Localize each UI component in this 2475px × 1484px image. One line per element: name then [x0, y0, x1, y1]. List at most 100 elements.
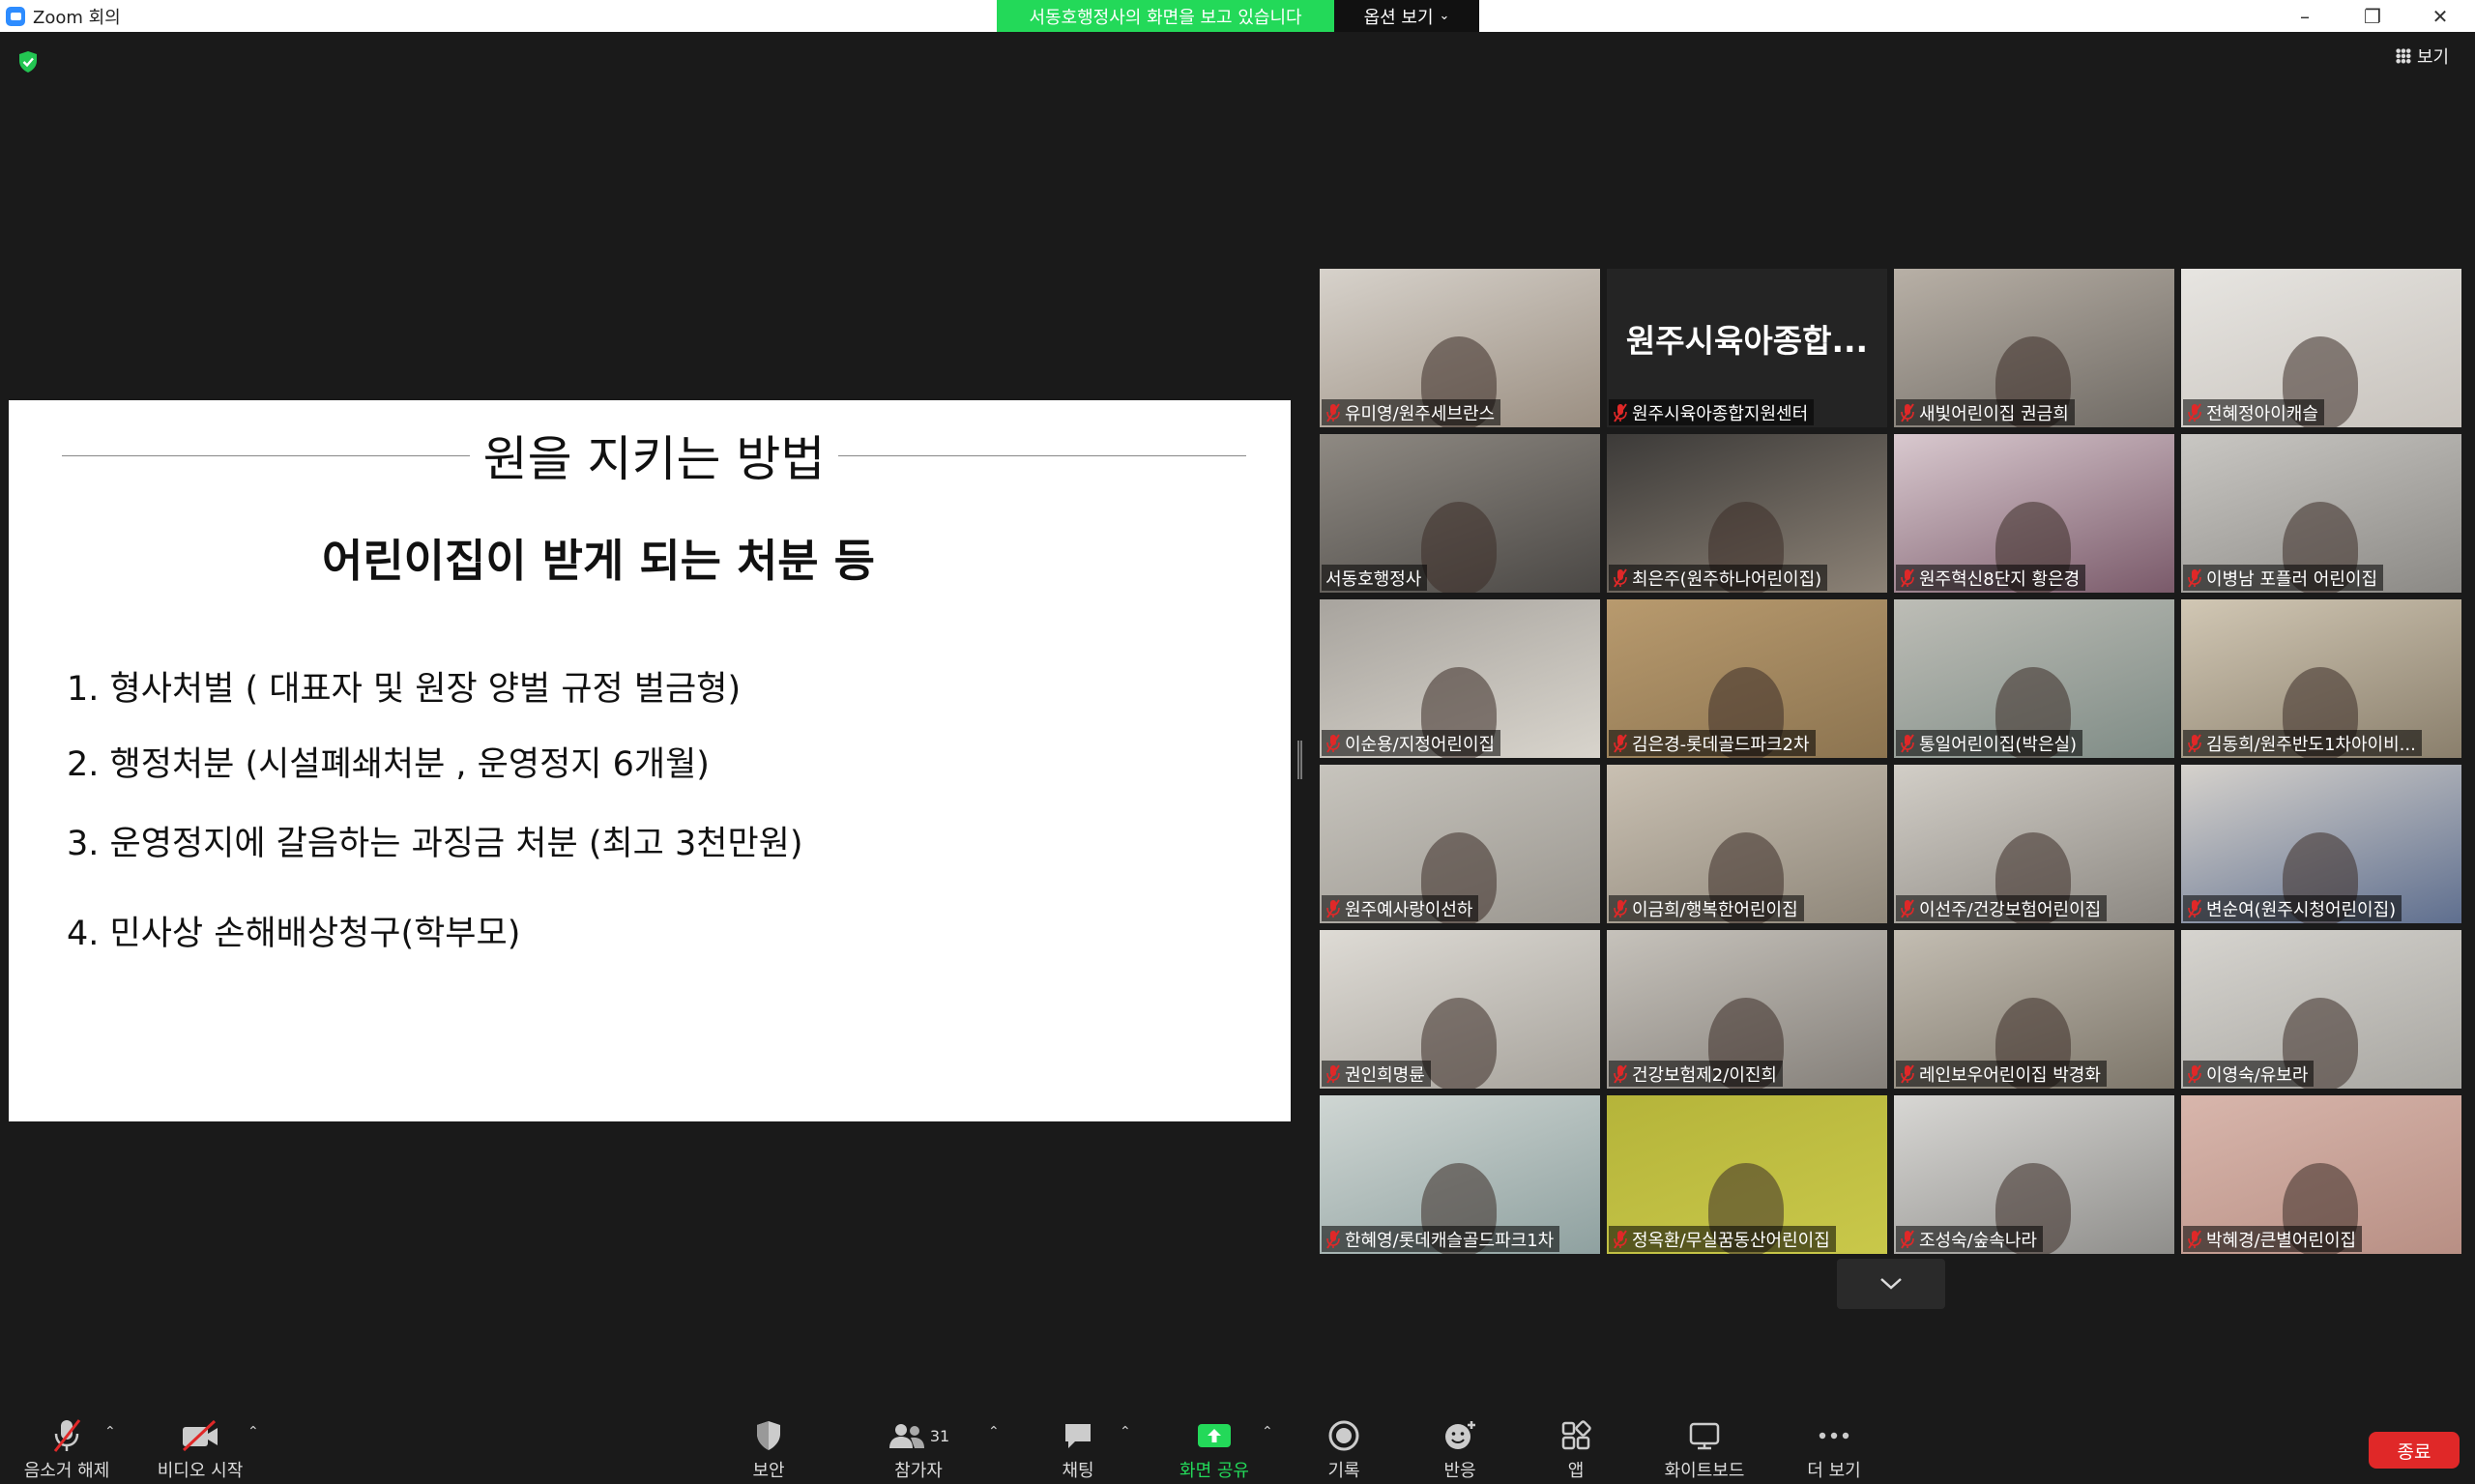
participant-name: 레인보우어린이집 박경화 [1919, 1064, 2101, 1086]
view-button[interactable]: 보기 [2396, 43, 2449, 70]
participant-tile[interactable]: 원주혁신8단지 황은경 [1894, 434, 2174, 593]
view-button-label: 보기 [2417, 47, 2450, 68]
participant-tile[interactable]: 이선주/건강보험어린이집 [1894, 765, 2174, 923]
participant-gallery: 유미영/원주세브란스 원주시육아종합... 원주시육아종합지원센터 새빛어린이집 권금… [1320, 269, 2462, 1255]
participants-button[interactable]: 31 참가자 [885, 1416, 952, 1484]
participant-name-label: 원주예사랑이선하 [1322, 895, 1479, 921]
view-options-button[interactable]: 옵션 보기 ⌄ [1334, 0, 1479, 32]
microphone-muted-icon [1326, 1229, 1340, 1249]
encryption-shield-icon[interactable] [17, 50, 39, 73]
participant-tile[interactable]: 조성숙/숲속나라 [1894, 1095, 2174, 1254]
participant-tile[interactable]: 김은경-롯데골드파크2차 [1607, 599, 1887, 758]
apps-button[interactable]: 앱 [1542, 1416, 1610, 1484]
reaction-smiley-icon [1445, 1421, 1475, 1449]
participant-name-label: 한혜영/롯데캐슬골드파크1차 [1322, 1226, 1560, 1252]
participant-tile[interactable]: 이영숙/유보라 [2181, 930, 2461, 1089]
share-options-caret[interactable]: ⌃ [1262, 1424, 1273, 1440]
chevron-down-icon: ⌄ [1439, 9, 1450, 23]
start-video-button[interactable]: 비디오 시작 [149, 1416, 251, 1484]
participant-tile[interactable]: 원주예사랑이선하 [1320, 765, 1600, 923]
microphone-muted-icon [1901, 402, 1914, 422]
audio-options-caret[interactable]: ⌃ [104, 1424, 116, 1440]
chat-button[interactable]: 채팅 [1044, 1416, 1112, 1484]
microphone-muted-icon [1901, 567, 1914, 588]
participant-tile[interactable]: 통일어린이집(박은실) [1894, 599, 2174, 758]
participants-icon [888, 1424, 924, 1448]
unmute-button[interactable]: 음소거 해제 [15, 1416, 118, 1484]
participant-name: 서동호행정사 [1325, 568, 1422, 590]
participant-tile[interactable]: 이금희/행복한어린이집 [1607, 765, 1887, 923]
share-screen-button[interactable]: 화면 공유 [1174, 1416, 1255, 1484]
participant-name: 박혜경/큰별어린이집 [2206, 1230, 2357, 1251]
participant-name-label: 이병남 포플러 어린이집 [2183, 565, 2384, 591]
whiteboard-button[interactable]: 화이트보드 [1658, 1416, 1751, 1484]
participant-tile[interactable]: 이병남 포플러 어린이집 [2181, 434, 2461, 593]
unmute-label: 음소거 해제 [23, 1461, 110, 1481]
participant-tile[interactable]: 새빛어린이집 권금희 [1894, 269, 2174, 427]
slide-list-item: 4. 민사상 손해배상청구(학부모) [67, 915, 521, 953]
participant-name-label: 서동호행정사 [1322, 565, 1428, 591]
window-title: Zoom 회의 [33, 7, 121, 28]
title-bar: Zoom 회의 서동호행정사의 화면을 보고 있습니다 옵션 보기 ⌄ – ❐ … [0, 0, 2475, 32]
shield-icon [757, 1421, 780, 1450]
participant-tile[interactable]: 이순용/지정어린이집 [1320, 599, 1600, 758]
minimize-button[interactable]: – [2271, 0, 2339, 32]
slide-title-row: 원을 지키는 방법 [62, 422, 1247, 489]
participant-name-label: 레인보우어린이집 박경화 [1896, 1061, 2107, 1087]
participant-tile[interactable]: 정옥환/무실꿈동산어린이집 [1607, 1095, 1887, 1254]
shared-screen: 원을 지키는 방법 어린이집이 받게 되는 처분 등 1. 형사처벌 ( 대표자… [9, 400, 1291, 1121]
participant-tile[interactable]: 김동희/원주반도1차아이비... [2181, 599, 2461, 758]
participant-tile[interactable]: 한혜영/롯데캐슬골드파크1차 [1320, 1095, 1600, 1254]
participant-tile[interactable]: 최은주(원주하나어린이집) [1607, 434, 1887, 593]
view-options-label: 옵션 보기 [1363, 7, 1434, 28]
participant-tile[interactable]: 서동호행정사 [1320, 434, 1600, 593]
reactions-label: 반응 [1443, 1461, 1476, 1481]
participant-tile[interactable]: 전혜정아이캐슬 [2181, 269, 2461, 427]
grid-icon [2396, 48, 2411, 64]
participants-options-caret[interactable]: ⌃ [988, 1424, 1000, 1440]
microphone-muted-icon [1326, 1063, 1340, 1084]
participant-tile[interactable]: 권인희명륜 [1320, 930, 1600, 1089]
more-label: 더 보기 [1807, 1461, 1861, 1481]
participant-tile[interactable]: 유미영/원주세브란스 [1320, 269, 1600, 427]
chevron-down-icon [1880, 1278, 1902, 1290]
record-button[interactable]: 기록 [1310, 1416, 1378, 1484]
security-label: 보안 [752, 1461, 785, 1481]
end-meeting-button[interactable]: 종료 [2369, 1432, 2460, 1469]
microphone-muted-icon [1901, 1063, 1914, 1084]
participant-name-label: 새빛어린이집 권금희 [1896, 399, 2075, 425]
splitter-handle[interactable] [1297, 741, 1302, 779]
participant-name: 조성숙/숲속나라 [1919, 1230, 2037, 1251]
participant-name-label: 조성숙/숲속나라 [1896, 1226, 2043, 1252]
participant-tile[interactable]: 건강보험제2/이진희 [1607, 930, 1887, 1089]
participant-tile[interactable]: 레인보우어린이집 박경화 [1894, 930, 2174, 1089]
slide-list-item: 2. 행정처분 (시설폐쇄처분 , 운영정지 6개월) [67, 745, 710, 784]
video-off-icon [182, 1419, 218, 1452]
participant-name-label: 건강보험제2/이진희 [1609, 1061, 1783, 1087]
participant-tile[interactable]: 박혜경/큰별어린이집 [2181, 1095, 2461, 1254]
whiteboard-icon [1689, 1422, 1720, 1450]
participant-name-label: 원주시육아종합지원센터 [1609, 399, 1815, 425]
video-options-caret[interactable]: ⌃ [248, 1424, 259, 1440]
screen-share-banner: 서동호행정사의 화면을 보고 있습니다 [997, 0, 1334, 32]
reactions-button[interactable]: 반응 [1426, 1416, 1494, 1484]
participant-tile[interactable]: 변순여(원주시청어린이집) [2181, 765, 2461, 923]
more-button[interactable]: 더 보기 [1800, 1416, 1868, 1484]
participant-name-label: 이금희/행복한어린이집 [1609, 895, 1804, 921]
microphone-muted-icon [1901, 898, 1914, 918]
participant-name-label: 전혜정아이캐슬 [2183, 399, 2324, 425]
participant-name-label: 유미영/원주세브란스 [1322, 399, 1501, 425]
close-button[interactable]: ✕ [2406, 0, 2474, 32]
participant-name: 이병남 포플러 어린이집 [2206, 568, 2378, 590]
chat-options-caret[interactable]: ⌃ [1120, 1424, 1131, 1440]
record-icon [1328, 1420, 1359, 1451]
maximize-button[interactable]: ❐ [2339, 0, 2406, 32]
participant-tile[interactable]: 원주시육아종합... 원주시육아종합지원센터 [1607, 269, 1887, 427]
title-divider-right [838, 454, 1247, 456]
microphone-muted-icon [1326, 898, 1340, 918]
security-button[interactable]: 보안 [735, 1416, 802, 1484]
participant-name: 이금희/행복한어린이집 [1632, 899, 1798, 920]
gallery-next-page-button[interactable] [1837, 1259, 1945, 1309]
title-divider-left [62, 454, 470, 456]
microphone-muted-icon [2188, 402, 2201, 422]
